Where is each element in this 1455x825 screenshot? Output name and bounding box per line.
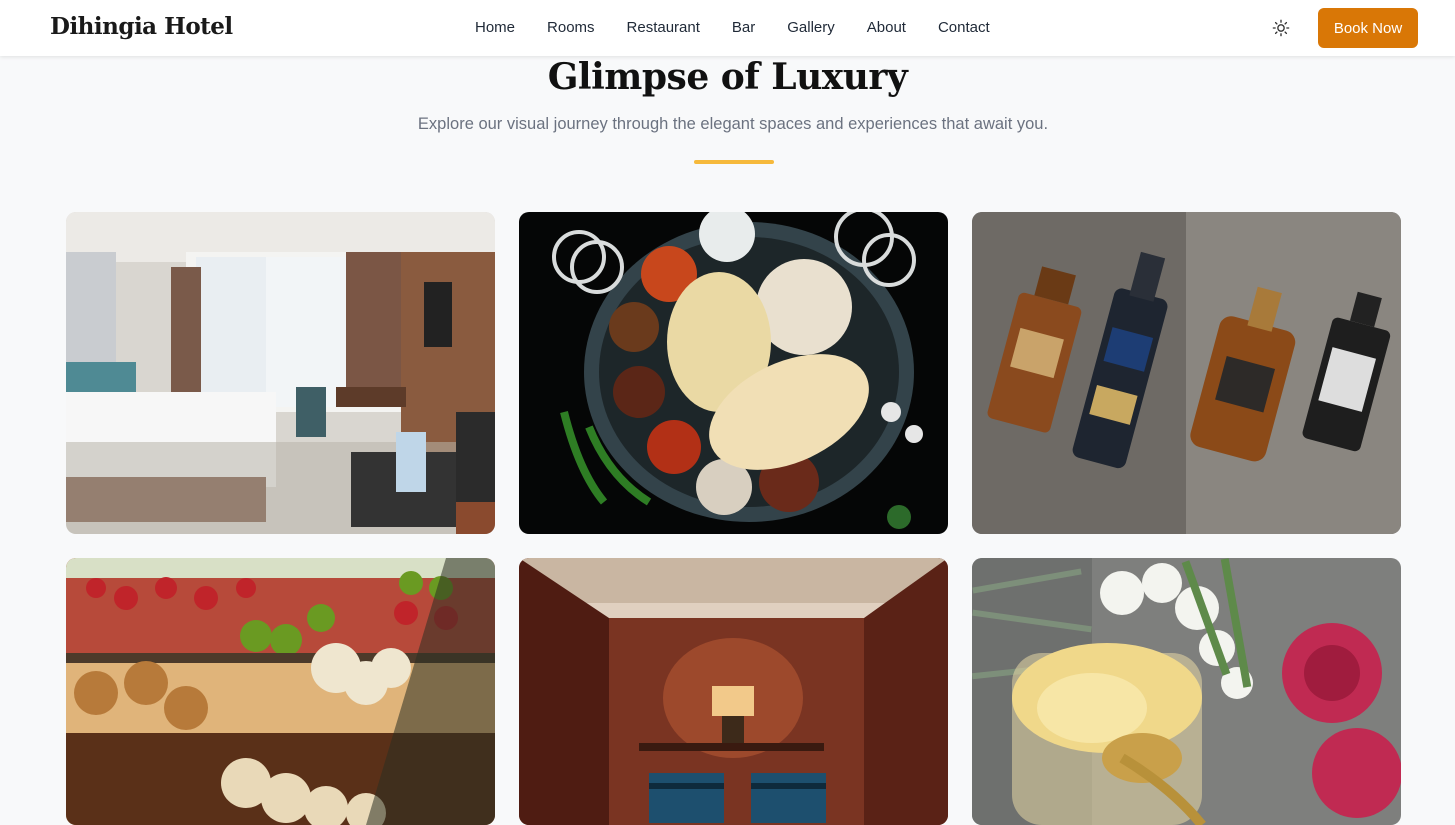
section-subtitle: Explore our visual journey through the e… [417, 115, 1049, 133]
nav-bar[interactable]: Bar [732, 19, 755, 36]
nav-about[interactable]: About [867, 19, 906, 36]
sun-icon[interactable] [1272, 19, 1290, 37]
nav-rooms[interactable]: Rooms [547, 19, 595, 36]
section-title: Glimpse of Luxury [547, 56, 908, 98]
brand-logo[interactable]: Dihingia Hotel [50, 13, 233, 40]
gallery-image-pastry-display[interactable] [66, 558, 495, 825]
nav-restaurant[interactable]: Restaurant [627, 19, 700, 36]
nav-contact[interactable]: Contact [938, 19, 990, 36]
gallery-image-spa-room[interactable] [519, 558, 948, 825]
main-nav: Home Rooms Restaurant Bar Gallery About … [475, 19, 1022, 36]
gallery-image-ghee-jar-flowers[interactable] [972, 558, 1401, 825]
site-header: Dihingia Hotel Home Rooms Restaurant Bar… [0, 0, 1455, 56]
nav-gallery[interactable]: Gallery [787, 19, 835, 36]
nav-home[interactable]: Home [475, 19, 515, 36]
book-now-button[interactable]: Book Now [1318, 8, 1418, 48]
gallery-image-thali-platter[interactable] [519, 212, 948, 534]
gallery-image-liquor-bottles[interactable] [972, 212, 1401, 534]
title-divider [694, 160, 774, 164]
gallery-image-hotel-room[interactable] [66, 212, 495, 534]
